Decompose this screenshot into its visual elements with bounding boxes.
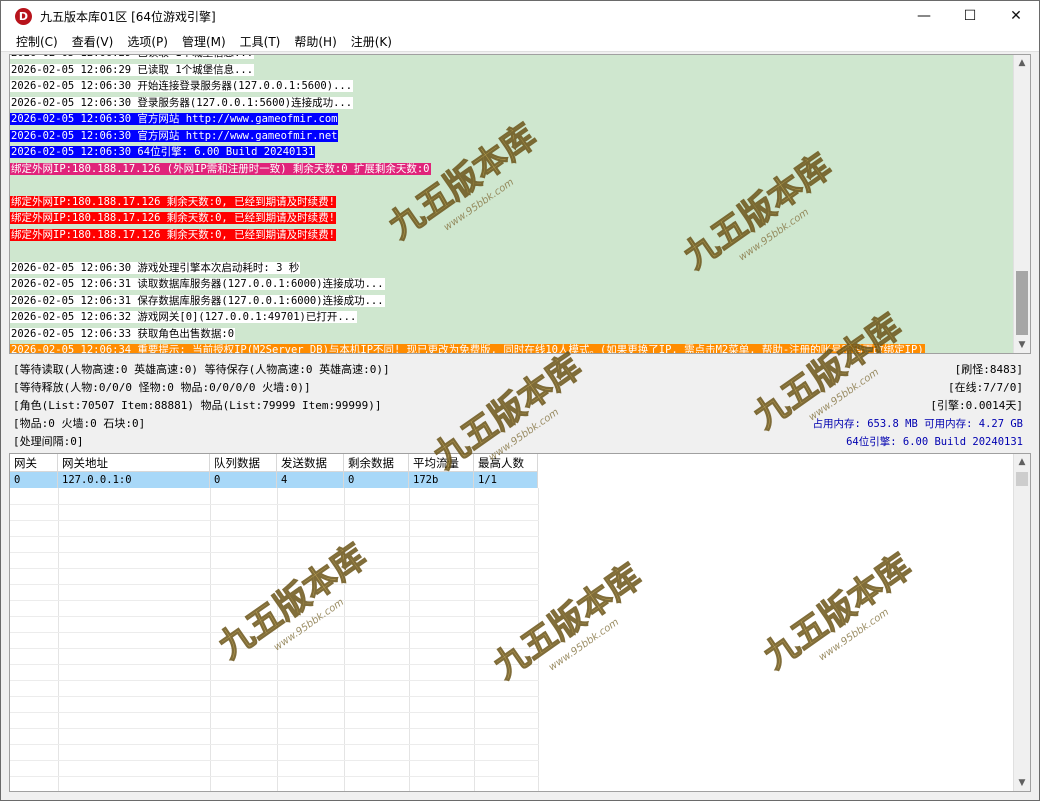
scroll-thumb[interactable] — [1016, 271, 1028, 335]
log-line — [10, 243, 1014, 260]
log-text: 2026-02-05 12:06:29 已读取 1个城堡信息... — [10, 63, 255, 76]
table-cell: 0 — [210, 472, 277, 488]
menu-help[interactable]: 帮助(H) — [287, 33, 343, 50]
log-text: 2026-02-05 12:06:33 获取角色出售数据:0 — [10, 327, 236, 340]
column-queue-data[interactable]: 队列数据 — [210, 454, 277, 472]
close-button[interactable]: ✕ — [993, 1, 1039, 31]
log-text: 2026-02-05 12:06:30 游戏处理引擎本次启动耗时: 3 秒 — [10, 261, 301, 274]
scroll-down-icon[interactable]: ▼ — [1014, 337, 1030, 353]
column-avg-traffic[interactable]: 平均流量 — [409, 454, 474, 472]
menu-view[interactable]: 查看(V) — [65, 33, 121, 50]
scroll-up-icon[interactable]: ▲ — [1014, 454, 1030, 470]
window-title: 九五版本库01区 [64位游戏引擎] — [40, 9, 216, 24]
log-line: 2026-02-05 12:06:30 64位引擎: 6.00 Build 20… — [10, 144, 1014, 161]
log-text: 绑定外网IP:180.188.17.126 剩余天数:0, 已经到期请及时续费! — [10, 212, 336, 224]
table-grid-lines — [10, 488, 539, 791]
log-line: 2026-02-05 12:06:33 获取角色出售数据:0 — [10, 326, 1014, 343]
table-row[interactable]: 0 127.0.0.1:0 0 4 0 172b 1/1 — [10, 472, 538, 488]
menu-control[interactable]: 控制(C) — [9, 33, 65, 50]
status-wait-read: [等待读取(人物高速:0 英雄高速:0) 等待保存(人物高速:0 英雄高速:0)… — [13, 363, 390, 376]
scroll-thumb[interactable] — [1016, 472, 1028, 486]
log-line: 2026-02-05 12:06:30 登录服务器(127.0.0.1:5600… — [10, 95, 1014, 112]
gateway-table[interactable]: 网关 网关地址 队列数据 发送数据 剩余数据 平均流量 最高人数 0 127.0… — [9, 453, 1031, 792]
maximize-button[interactable]: ☐ — [947, 1, 993, 31]
main-window: D 九五版本库01区 [64位游戏引擎] — ☐ ✕ 控制(C) 查看(V) 选… — [0, 0, 1040, 801]
log-scrollbar[interactable]: ▲ ▼ — [1013, 55, 1030, 353]
log-text: 2026-02-05 12:06:31 保存数据库服务器(127.0.0.1:6… — [10, 294, 385, 307]
log-text: 2026-02-05 12:06:29 已读取 1个城堡信息... — [10, 55, 255, 59]
log-text: 2026-02-05 12:06:31 读取数据库服务器(127.0.0.1:6… — [10, 278, 385, 290]
log-line: 2026-02-05 12:06:34 重要提示: 当前授权IP(M2Serve… — [10, 342, 1014, 354]
column-send-data[interactable]: 发送数据 — [277, 454, 344, 472]
log-lines: 2026-02-05 12:06:29 已读取 1个城堡信息... 2026-02… — [10, 55, 1014, 354]
log-line — [10, 177, 1014, 194]
table-cell: 1/1 — [474, 472, 538, 488]
minimize-button[interactable]: — — [901, 1, 947, 31]
table-header: 网关 网关地址 队列数据 发送数据 剩余数据 平均流量 最高人数 — [10, 454, 538, 472]
log-text: 2026-02-05 12:06:30 官方网站 http://www.game… — [10, 129, 339, 142]
log-text: 绑定外网IP:180.188.17.126 (外网IP需和注册时一致) 剩余天数… — [10, 162, 431, 175]
status-build: 64位引擎: 6.00 Build 20240131 — [846, 436, 1023, 448]
log-text: 绑定外网IP:180.188.17.126 剩余天数:0, 已经到期请及时续费! — [10, 195, 336, 208]
log-text: 2026-02-05 12:06:34 重要提示: 当前授权IP(M2Serve… — [10, 344, 925, 354]
status-engine-days: [引擎:0.0014天] — [930, 399, 1023, 412]
log-text: 2026-02-05 12:06:30 开始连接登录服务器(127.0.0.1:… — [10, 80, 354, 92]
table-cell: 0 — [10, 472, 58, 488]
log-text: 绑定外网IP:180.188.17.126 剩余天数:0, 已经到期请及时续费! — [10, 228, 336, 241]
log-line: 2026-02-05 12:06:30 游戏处理引擎本次启动耗时: 3 秒 — [10, 260, 1014, 277]
status-items: [物品:0 火墙:0 石块:0] — [13, 417, 146, 430]
status-wait-release: [等待释放(人物:0/0/0 怪物:0 物品:0/0/0/0 火墙:0)] — [13, 381, 311, 394]
menu-options[interactable]: 选项(P) — [120, 33, 175, 50]
table-scrollbar[interactable]: ▲ ▼ — [1013, 454, 1030, 791]
status-panel: [等待读取(人物高速:0 英雄高速:0) 等待保存(人物高速:0 英雄高速:0)… — [9, 357, 1031, 451]
column-gateway-address[interactable]: 网关地址 — [58, 454, 210, 472]
table-cell: 127.0.0.1:0 — [58, 472, 210, 488]
window-controls: — ☐ ✕ — [901, 1, 1039, 31]
log-line: 2026-02-05 12:06:29 已读取 1个城堡信息... — [10, 62, 1014, 79]
log-line: 2026-02-05 12:06:32 游戏网关[0](127.0.0.1:49… — [10, 309, 1014, 326]
log-line: 绑定外网IP:180.188.17.126 剩余天数:0, 已经到期请及时续费! — [10, 194, 1014, 211]
menu-register[interactable]: 注册(K) — [344, 33, 399, 50]
log-line: 2026-02-05 12:06:31 读取数据库服务器(127.0.0.1:6… — [10, 276, 1014, 293]
log-line: 2026-02-05 12:06:30 开始连接登录服务器(127.0.0.1:… — [10, 78, 1014, 95]
menu-tools[interactable]: 工具(T) — [233, 33, 288, 50]
log-text: 2026-02-05 12:06:30 官方网站 http://www.game… — [10, 113, 339, 125]
menu-bar: 控制(C) 查看(V) 选项(P) 管理(M) 工具(T) 帮助(H) 注册(K… — [1, 31, 1039, 52]
status-role: [角色(List:70507 Item:88881) 物品(List:79999… — [13, 399, 382, 412]
status-refresh: [刷怪:8483] — [954, 363, 1023, 376]
log-line: 绑定外网IP:180.188.17.126 剩余天数:0, 已经到期请及时续费! — [10, 227, 1014, 244]
status-interval: [处理间隔:0] — [13, 435, 84, 448]
log-text: 2026-02-05 12:06:30 64位引擎: 6.00 Build 20… — [10, 146, 316, 158]
title-bar[interactable]: D 九五版本库01区 [64位游戏引擎] — ☐ ✕ — [1, 1, 1039, 31]
log-line: 2026-02-05 12:06:31 保存数据库服务器(127.0.0.1:6… — [10, 293, 1014, 310]
log-line: 2026-02-05 12:06:30 官方网站 http://www.game… — [10, 111, 1014, 128]
status-memory: 占用内存: 653.8 MB 可用内存: 4.27 GB — [812, 418, 1023, 430]
log-line: 绑定外网IP:180.188.17.126 (外网IP需和注册时一致) 剩余天数… — [10, 161, 1014, 178]
log-panel[interactable]: 2026-02-05 12:06:29 已读取 1个城堡信息... 2026-02… — [9, 54, 1031, 354]
status-online: [在线:7/7/0] — [948, 381, 1023, 394]
column-max-users[interactable]: 最高人数 — [474, 454, 538, 472]
app-icon: D — [15, 7, 32, 25]
log-text: 2026-02-05 12:06:32 游戏网关[0](127.0.0.1:49… — [10, 311, 358, 323]
log-text: 2026-02-05 12:06:30 登录服务器(127.0.0.1:5600… — [10, 96, 354, 109]
table-cell: 0 — [344, 472, 409, 488]
scroll-down-icon[interactable]: ▼ — [1014, 775, 1030, 791]
log-line: 绑定外网IP:180.188.17.126 剩余天数:0, 已经到期请及时续费! — [10, 210, 1014, 227]
table-cell: 4 — [277, 472, 344, 488]
column-remaining-data[interactable]: 剩余数据 — [344, 454, 409, 472]
menu-manage[interactable]: 管理(M) — [175, 33, 233, 50]
log-line: 2026-02-05 12:06:30 官方网站 http://www.game… — [10, 128, 1014, 145]
table-cell: 172b — [409, 472, 474, 488]
log-line: 2026-02-05 12:06:29 已读取 1个城堡信息... — [10, 55, 1014, 62]
column-gateway[interactable]: 网关 — [10, 454, 58, 472]
scroll-up-icon[interactable]: ▲ — [1014, 55, 1030, 71]
